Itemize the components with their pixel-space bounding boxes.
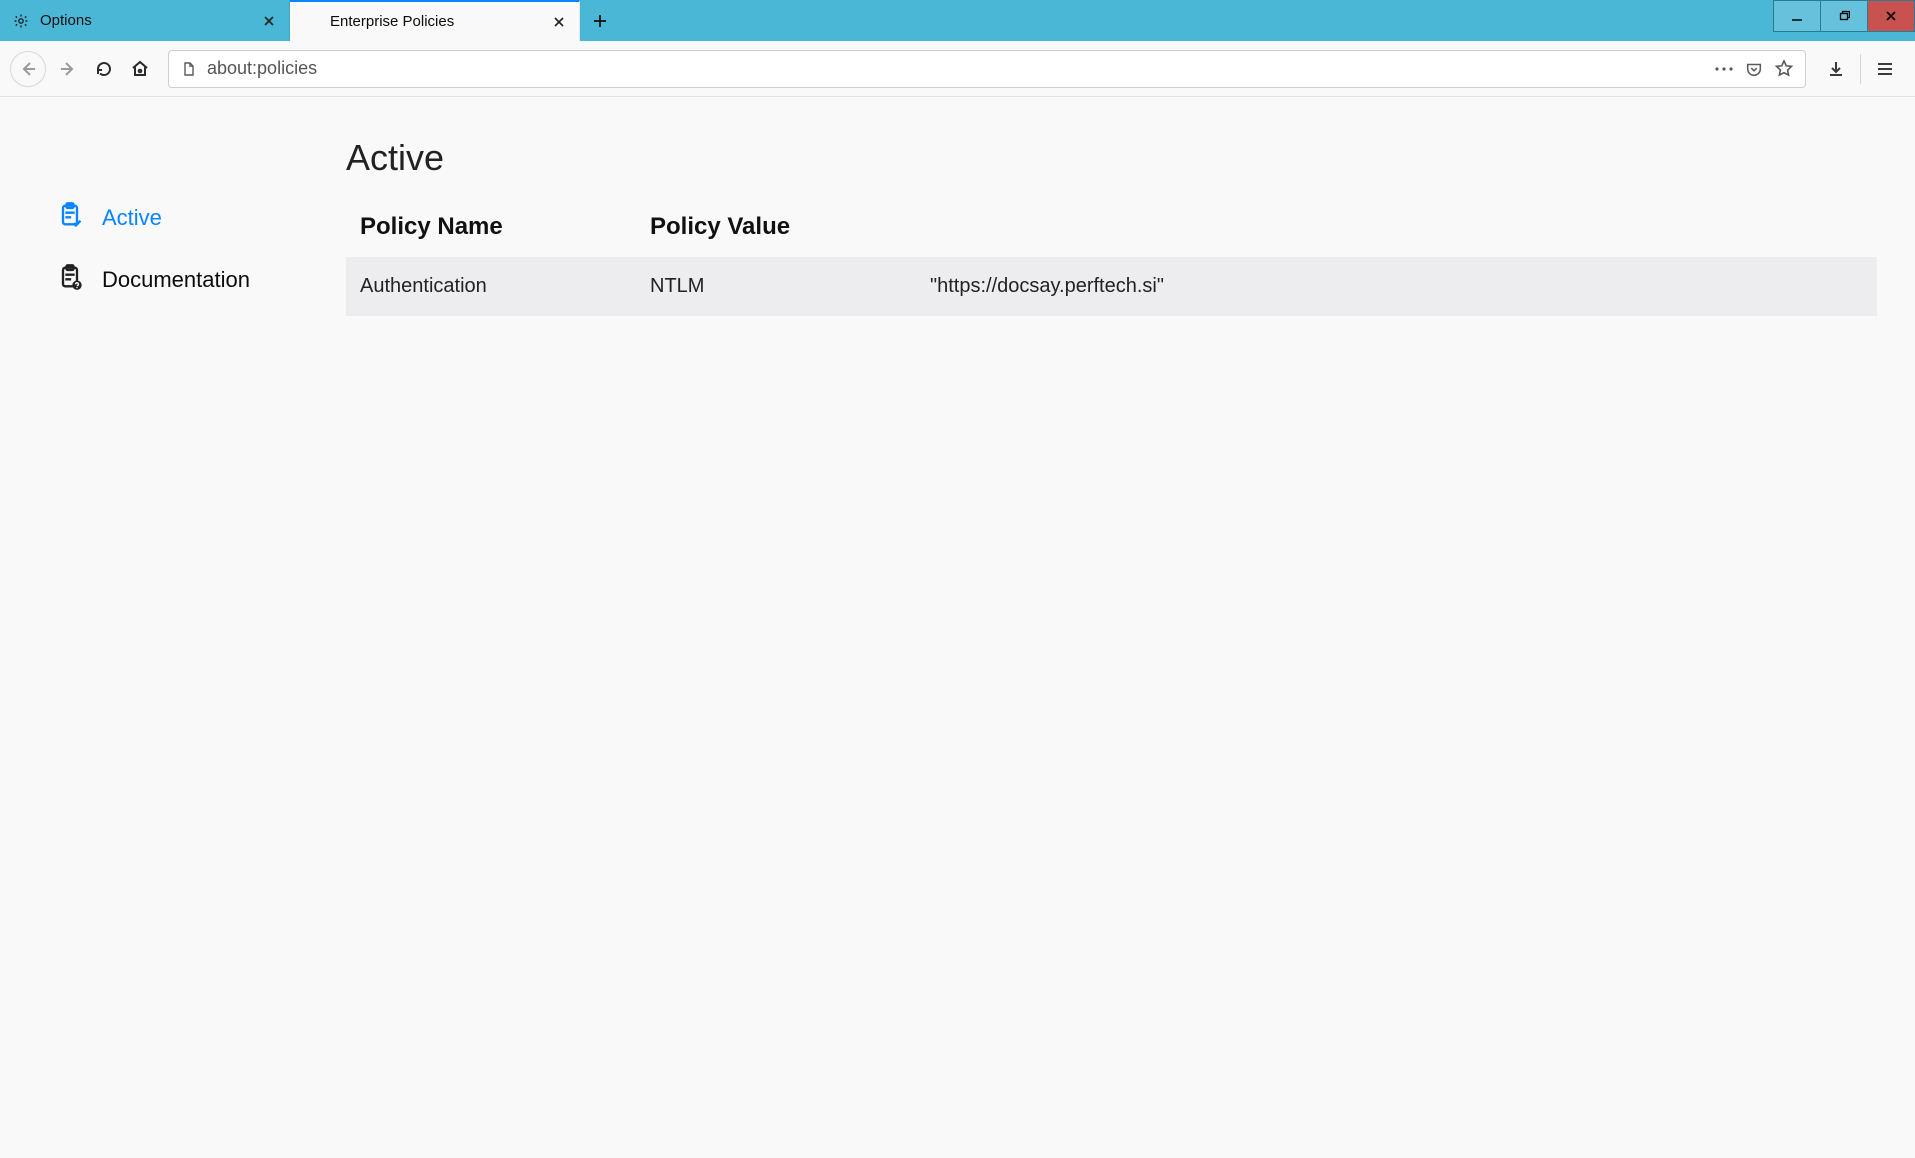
window-close-button[interactable]: [1867, 0, 1915, 32]
downloads-icon[interactable]: [1816, 49, 1856, 89]
col-policy-value: Policy Value: [636, 197, 1877, 257]
gear-icon: [12, 12, 30, 30]
policies-table: Policy Name Policy Value Authentication …: [346, 197, 1877, 316]
back-button[interactable]: [10, 51, 46, 87]
url-input[interactable]: [203, 57, 1709, 80]
sidebar-item-active[interactable]: Active: [0, 187, 346, 249]
cell-policy-value-key: NTLM: [636, 257, 916, 316]
close-icon[interactable]: [257, 9, 281, 33]
cell-policy-value-detail: "https://docsay.perftech.si": [916, 257, 1877, 316]
page-actions-icon[interactable]: [1709, 54, 1739, 84]
new-tab-button[interactable]: [580, 0, 620, 41]
reload-button[interactable]: [86, 51, 122, 87]
tab-options[interactable]: Options: [0, 0, 290, 41]
bookmark-star-icon[interactable]: [1769, 54, 1799, 84]
toolbar-separator: [1860, 54, 1861, 84]
home-button[interactable]: [122, 51, 158, 87]
policies-sidebar: Active Documentation: [0, 97, 346, 1158]
sidebar-item-documentation[interactable]: Documentation: [0, 249, 346, 311]
sidebar-item-label: Documentation: [102, 267, 250, 293]
clipboard-question-icon: [56, 263, 84, 297]
pocket-icon[interactable]: [1739, 54, 1769, 84]
sidebar-item-label: Active: [102, 205, 162, 231]
page-heading: Active: [346, 137, 1877, 179]
about-policies-page: Active Documentation Active Policy Name: [0, 97, 1915, 1158]
policies-content: Active Policy Name Policy Value Authenti…: [346, 97, 1915, 1158]
col-policy-name: Policy Name: [346, 197, 636, 257]
window-controls: [1774, 0, 1915, 41]
tab-favicon: [302, 13, 320, 31]
url-bar[interactable]: [168, 50, 1806, 88]
cell-policy-name: Authentication: [346, 257, 636, 316]
browser-toolbar: [0, 41, 1915, 97]
browser-tabstrip: Options Enterprise Policies: [0, 0, 1915, 41]
forward-button[interactable]: [50, 51, 86, 87]
tab-title: Enterprise Policies: [330, 13, 547, 30]
tab-enterprise-policies[interactable]: Enterprise Policies: [290, 0, 580, 41]
tab-title: Options: [40, 12, 257, 29]
app-menu-icon[interactable]: [1865, 49, 1905, 89]
window-restore-button[interactable]: [1820, 0, 1868, 32]
window-minimize-button[interactable]: [1773, 0, 1821, 32]
tabstrip-spacer: [620, 0, 1774, 41]
close-icon[interactable]: [547, 10, 571, 34]
page-info-icon[interactable]: [175, 55, 203, 83]
clipboard-check-icon: [56, 201, 84, 235]
table-row: Authentication NTLM "https://docsay.perf…: [346, 257, 1877, 316]
